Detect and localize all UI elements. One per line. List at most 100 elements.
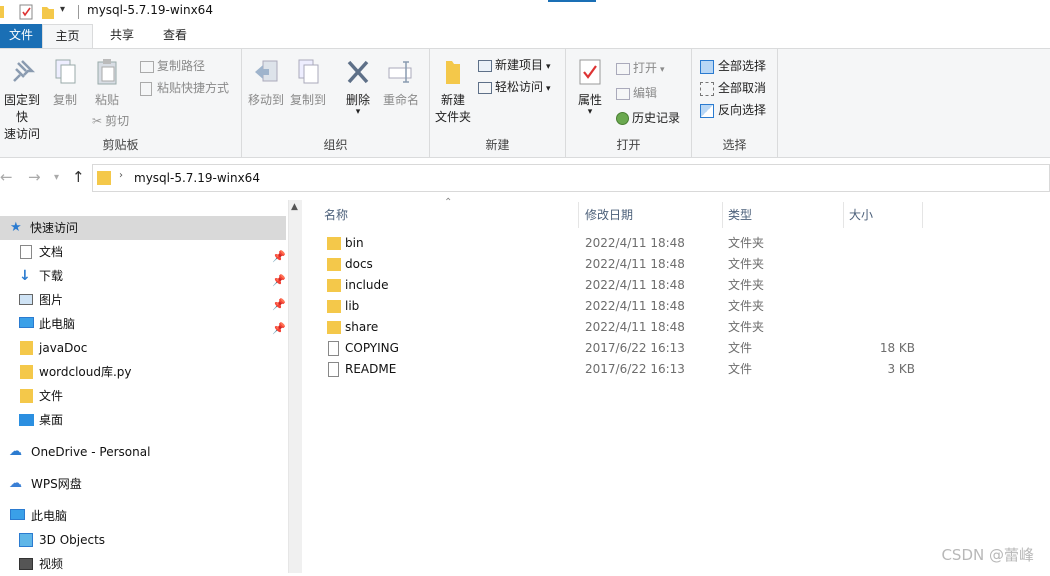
file-name: share bbox=[345, 317, 378, 338]
column-divider[interactable] bbox=[578, 202, 579, 228]
properties-button[interactable]: 属性 ▾ bbox=[572, 57, 608, 115]
nav-item-pictures[interactable]: 图片 📌 bbox=[0, 288, 286, 312]
select-all-button[interactable]: 全部选择 bbox=[700, 57, 766, 74]
new-item-icon bbox=[478, 60, 492, 72]
nav-item-label: 图片 bbox=[39, 288, 63, 312]
edit-label: 编辑 bbox=[633, 86, 657, 100]
file-type: 文件夹 bbox=[728, 296, 764, 317]
column-header-size[interactable]: 大小 bbox=[849, 206, 873, 223]
tab-share[interactable]: 共享 bbox=[98, 24, 146, 48]
nav-item-desktop[interactable]: 桌面 bbox=[0, 408, 286, 432]
edit-button[interactable]: 编辑 bbox=[616, 84, 657, 101]
paste-shortcut-button[interactable]: 粘贴快捷方式 bbox=[140, 79, 229, 96]
tab-home[interactable]: 主页 bbox=[42, 24, 93, 48]
new-item-dropdown-icon: ▾ bbox=[546, 62, 551, 72]
column-divider[interactable] bbox=[722, 202, 723, 228]
up-arrow-icon[interactable]: ↑ bbox=[72, 168, 85, 186]
open-button[interactable]: 打开▾ bbox=[616, 59, 665, 76]
nav-item-label: 文件 bbox=[39, 384, 63, 408]
new-folder-quick-icon[interactable] bbox=[40, 3, 56, 21]
file-row[interactable]: include 2022/4/11 18:48 文件夹 bbox=[322, 275, 942, 296]
properties-dropdown-icon[interactable]: ▾ bbox=[572, 109, 608, 115]
easy-access-dropdown-icon: ▾ bbox=[546, 84, 551, 94]
address-bar[interactable]: › mysql-5.7.19-winx64 bbox=[92, 164, 1050, 192]
nav-wps-label: WPS网盘 bbox=[31, 472, 82, 496]
file-row[interactable]: docs 2022/4/11 18:48 文件夹 bbox=[322, 254, 942, 275]
column-header-date[interactable]: 修改日期 bbox=[585, 206, 633, 223]
file-row[interactable]: bin 2022/4/11 18:48 文件夹 bbox=[322, 233, 942, 254]
column-header-type[interactable]: 类型 bbox=[728, 206, 752, 223]
folder-icon bbox=[327, 279, 341, 292]
open-icon bbox=[616, 63, 630, 75]
nav-3d-objects-label: 3D Objects bbox=[39, 528, 105, 552]
file-type: 文件夹 bbox=[728, 275, 764, 296]
delete-button[interactable]: 删除 ▾ bbox=[340, 57, 376, 115]
file-name: include bbox=[345, 275, 388, 296]
scroll-up-icon[interactable]: ▲ bbox=[291, 202, 298, 212]
move-to-icon bbox=[251, 57, 281, 87]
nav-wps-drive[interactable]: ☁ WPS网盘 bbox=[0, 472, 286, 496]
open-label: 打开 bbox=[633, 61, 657, 75]
column-header-name[interactable]: 名称 bbox=[324, 206, 348, 223]
nav-item-downloads[interactable]: ↓ 下载 📌 bbox=[0, 264, 286, 288]
breadcrumb-chevron-icon[interactable]: › bbox=[119, 170, 123, 181]
back-arrow-icon[interactable]: ← bbox=[0, 168, 13, 186]
properties-quick-icon[interactable] bbox=[18, 3, 34, 21]
nav-item-files[interactable]: 文件 bbox=[0, 384, 286, 408]
select-all-label: 全部选择 bbox=[718, 59, 766, 73]
history-button[interactable]: 历史记录 bbox=[616, 109, 680, 126]
select-none-button[interactable]: 全部取消 bbox=[700, 79, 766, 96]
new-item-button[interactable]: 新建项目▾ bbox=[478, 56, 551, 73]
delete-dropdown-icon[interactable]: ▾ bbox=[340, 109, 376, 115]
nav-onedrive[interactable]: ☁ OneDrive - Personal bbox=[0, 440, 286, 464]
organize-group-label: 组织 bbox=[242, 136, 429, 153]
copy-button[interactable]: 复制 bbox=[46, 57, 84, 109]
new-group: 新建 文件夹 新建项目▾ 轻松访问▾ 新建 bbox=[430, 49, 566, 157]
tab-file[interactable]: 文件 bbox=[0, 24, 42, 48]
copy-to-button[interactable]: 复制到 bbox=[288, 57, 328, 109]
paste-button[interactable]: 粘贴 bbox=[88, 57, 126, 109]
new-group-label: 新建 bbox=[430, 136, 565, 153]
column-divider[interactable] bbox=[922, 202, 923, 228]
open-group-label: 打开 bbox=[566, 136, 691, 153]
file-icon bbox=[328, 341, 339, 356]
edit-icon bbox=[616, 88, 630, 100]
forward-arrow-icon[interactable]: → bbox=[28, 168, 41, 186]
file-name: bin bbox=[345, 233, 364, 254]
pin-quick-access-button[interactable]: 固定到快 速访问 bbox=[0, 57, 44, 143]
file-row[interactable]: README 2017/6/22 16:13 文件 3 KB bbox=[322, 359, 942, 380]
nav-onedrive-label: OneDrive - Personal bbox=[31, 440, 150, 464]
move-to-button[interactable]: 移动到 bbox=[246, 57, 286, 109]
file-row[interactable]: COPYING 2017/6/22 16:13 文件 18 KB bbox=[322, 338, 942, 359]
customize-quick-access-icon[interactable]: ▾ bbox=[60, 4, 65, 22]
folder-icon bbox=[20, 341, 33, 355]
column-divider[interactable] bbox=[843, 202, 844, 228]
nav-3d-objects[interactable]: 3D Objects bbox=[0, 528, 286, 552]
file-row[interactable]: lib 2022/4/11 18:48 文件夹 bbox=[322, 296, 942, 317]
cut-button[interactable]: ✂剪切 bbox=[92, 112, 129, 129]
new-folder-button[interactable]: 新建 文件夹 bbox=[432, 57, 474, 126]
copy-path-button[interactable]: 复制路径 bbox=[140, 57, 205, 74]
easy-access-button[interactable]: 轻松访问▾ bbox=[478, 78, 551, 95]
sort-ascending-icon: ⌃ bbox=[444, 197, 452, 208]
nav-item-this-pc-pinned[interactable]: 此电脑 📌 bbox=[0, 312, 286, 336]
nav-item-documents[interactable]: 文档 📌 bbox=[0, 240, 286, 264]
breadcrumb-current[interactable]: mysql-5.7.19-winx64 bbox=[134, 171, 260, 185]
file-name: COPYING bbox=[345, 338, 399, 359]
tab-view[interactable]: 查看 bbox=[151, 24, 199, 48]
nav-item-wordcloud[interactable]: wordcloud库.py bbox=[0, 360, 286, 384]
ribbon: 固定到快 速访问 复制 粘贴 复制路径 粘贴快捷方式 ✂剪切 剪贴板 移动到 复 bbox=[0, 48, 1050, 158]
nav-item-javadoc[interactable]: javaDoc bbox=[0, 336, 286, 360]
nav-quick-access[interactable]: ★ 快速访问 bbox=[0, 216, 286, 240]
move-to-label: 移动到 bbox=[246, 92, 286, 109]
navigation-scrollbar[interactable]: ▲ bbox=[288, 200, 302, 573]
nav-this-pc[interactable]: 此电脑 bbox=[0, 504, 286, 528]
invert-selection-button[interactable]: 反向选择 bbox=[700, 101, 766, 118]
file-row[interactable]: share 2022/4/11 18:48 文件夹 bbox=[322, 317, 942, 338]
rename-button[interactable]: 重命名 bbox=[380, 57, 422, 109]
recent-locations-icon[interactable]: ▾ bbox=[54, 172, 59, 183]
nav-videos[interactable]: 视频 bbox=[0, 552, 286, 576]
video-icon bbox=[19, 558, 33, 570]
nav-item-label: wordcloud库.py bbox=[39, 360, 132, 384]
navigation-pane: ★ 快速访问 文档 📌 ↓ 下载 📌 图片 📌 此电脑 📌 javaDoc wo… bbox=[0, 200, 288, 573]
